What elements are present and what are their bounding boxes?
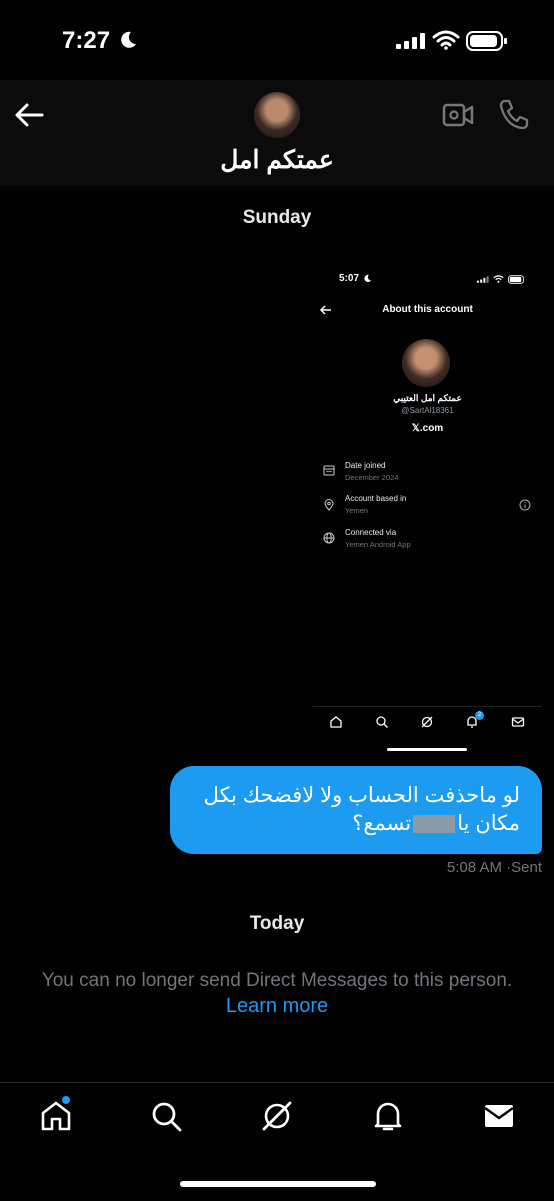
message-text: مكان يا (457, 812, 520, 835)
calendar-icon (323, 465, 335, 476)
wifi-icon (432, 30, 460, 50)
moon-icon (121, 31, 136, 48)
search-icon[interactable] (148, 1098, 184, 1134)
battery-icon (508, 275, 524, 284)
screenshot-account-handle: @SartAl18361 (401, 406, 454, 415)
screenshot-row-value: December 2024 (345, 473, 399, 482)
info-icon (519, 499, 531, 511)
learn-more-link[interactable]: Learn more (0, 995, 554, 1018)
screenshot-row-value: Yemen (345, 506, 369, 515)
battery-icon (466, 31, 507, 51)
phone-call-icon[interactable] (498, 98, 530, 130)
screenshot-notification-badge: 2 (475, 711, 484, 720)
shared-screenshot-image[interactable]: 5:07 About this account عمتكم امل العتيب… (313, 263, 542, 756)
home-icon[interactable] (38, 1098, 74, 1134)
globe-icon (323, 532, 335, 544)
home-icon (330, 716, 342, 728)
video-call-icon[interactable] (442, 100, 474, 130)
redaction-block (413, 815, 456, 834)
wifi-icon (493, 275, 504, 283)
home-indicator (180, 1181, 376, 1187)
notifications-icon[interactable] (370, 1098, 406, 1134)
grok-icon (421, 716, 433, 728)
cellular-signal-icon (396, 33, 425, 49)
message-line-2: مكان يا تسمع؟ (192, 810, 520, 838)
back-arrow-icon[interactable] (12, 98, 46, 132)
screenshot-home-indicator (387, 748, 467, 751)
search-icon (376, 716, 388, 728)
grok-icon[interactable] (259, 1098, 295, 1134)
messages-icon (511, 717, 525, 727)
screenshot-row-label: Account based in (345, 494, 407, 503)
screenshot-time: 5:07 (339, 273, 360, 284)
status-time: 7:27 (62, 27, 111, 54)
cellular-signal-icon (477, 276, 489, 283)
screenshot-account-name: عمتكم امل العتيبي (393, 393, 462, 403)
message-status: Sent (511, 859, 542, 876)
message-time: 5:08 AM (446, 859, 502, 876)
day-divider-sunday: Sunday (242, 207, 312, 228)
screenshot-title: About this account (382, 304, 473, 315)
messages-icon[interactable] (481, 1098, 517, 1134)
dm-disabled-notice: You can no longer send Direct Messages t… (41, 970, 513, 991)
screenshot-row-value: Yemen Android App (345, 540, 411, 549)
contact-name[interactable]: عمتكم امل (0, 145, 554, 175)
message-text: تسمع؟ (352, 812, 412, 835)
screenshot-avatar (402, 339, 450, 387)
home-notification-dot (62, 1096, 70, 1104)
screenshot-site: 𝕏.com (411, 423, 444, 434)
message-line-1: لو ماحذفت الحساب ولا لافضحك بكل (203, 784, 520, 807)
moon-icon (364, 274, 372, 283)
day-divider-today: Today (249, 913, 305, 934)
screenshot-row-label: Connected via (345, 528, 397, 537)
location-pin-icon (324, 499, 334, 511)
screenshot-row-label: Date joined (345, 461, 386, 470)
contact-avatar[interactable] (254, 92, 300, 138)
sent-message-bubble[interactable]: لو ماحذفت الحساب ولا لافضحك بكل مكان يا ت… (170, 766, 542, 854)
message-meta: 5:08 AM ·Sent (447, 859, 542, 876)
